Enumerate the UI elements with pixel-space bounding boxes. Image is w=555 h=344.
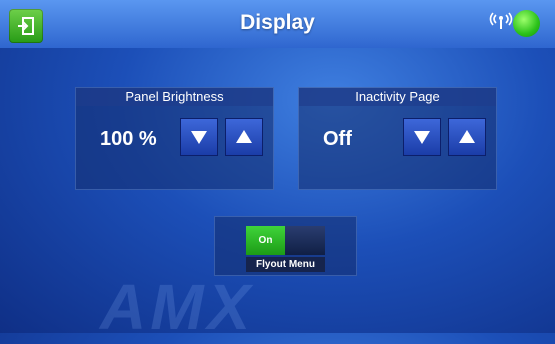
inactivity-up-button[interactable]: [448, 118, 486, 156]
flyout-menu-label: Flyout Menu: [246, 257, 325, 272]
arrow-up-icon: [236, 130, 252, 143]
arrow-up-icon: [459, 130, 475, 143]
panel-brightness-label: Panel Brightness: [76, 88, 273, 106]
flyout-toggle-off[interactable]: [285, 226, 325, 255]
inactivity-down-button[interactable]: [403, 118, 441, 156]
brightness-down-button[interactable]: [180, 118, 218, 156]
panel-inactivity: Inactivity Page Off: [298, 87, 497, 190]
brightness-up-button[interactable]: [225, 118, 263, 156]
panel-brightness-value: 100 %: [100, 128, 157, 150]
arrow-down-icon: [414, 131, 430, 144]
flyout-toggle-on[interactable]: On: [246, 226, 285, 255]
arrow-down-icon: [191, 131, 207, 144]
page-title: Display: [240, 11, 315, 34]
panel-inactivity-label: Inactivity Page: [299, 88, 496, 106]
panel-brightness: Panel Brightness 100 %: [75, 87, 274, 190]
panel-inactivity-value: Off: [323, 128, 352, 150]
status-indicator: [513, 10, 540, 37]
flyout-menu-panel: On Flyout Menu: [214, 216, 357, 276]
wireless-signal-icon: [489, 12, 513, 29]
